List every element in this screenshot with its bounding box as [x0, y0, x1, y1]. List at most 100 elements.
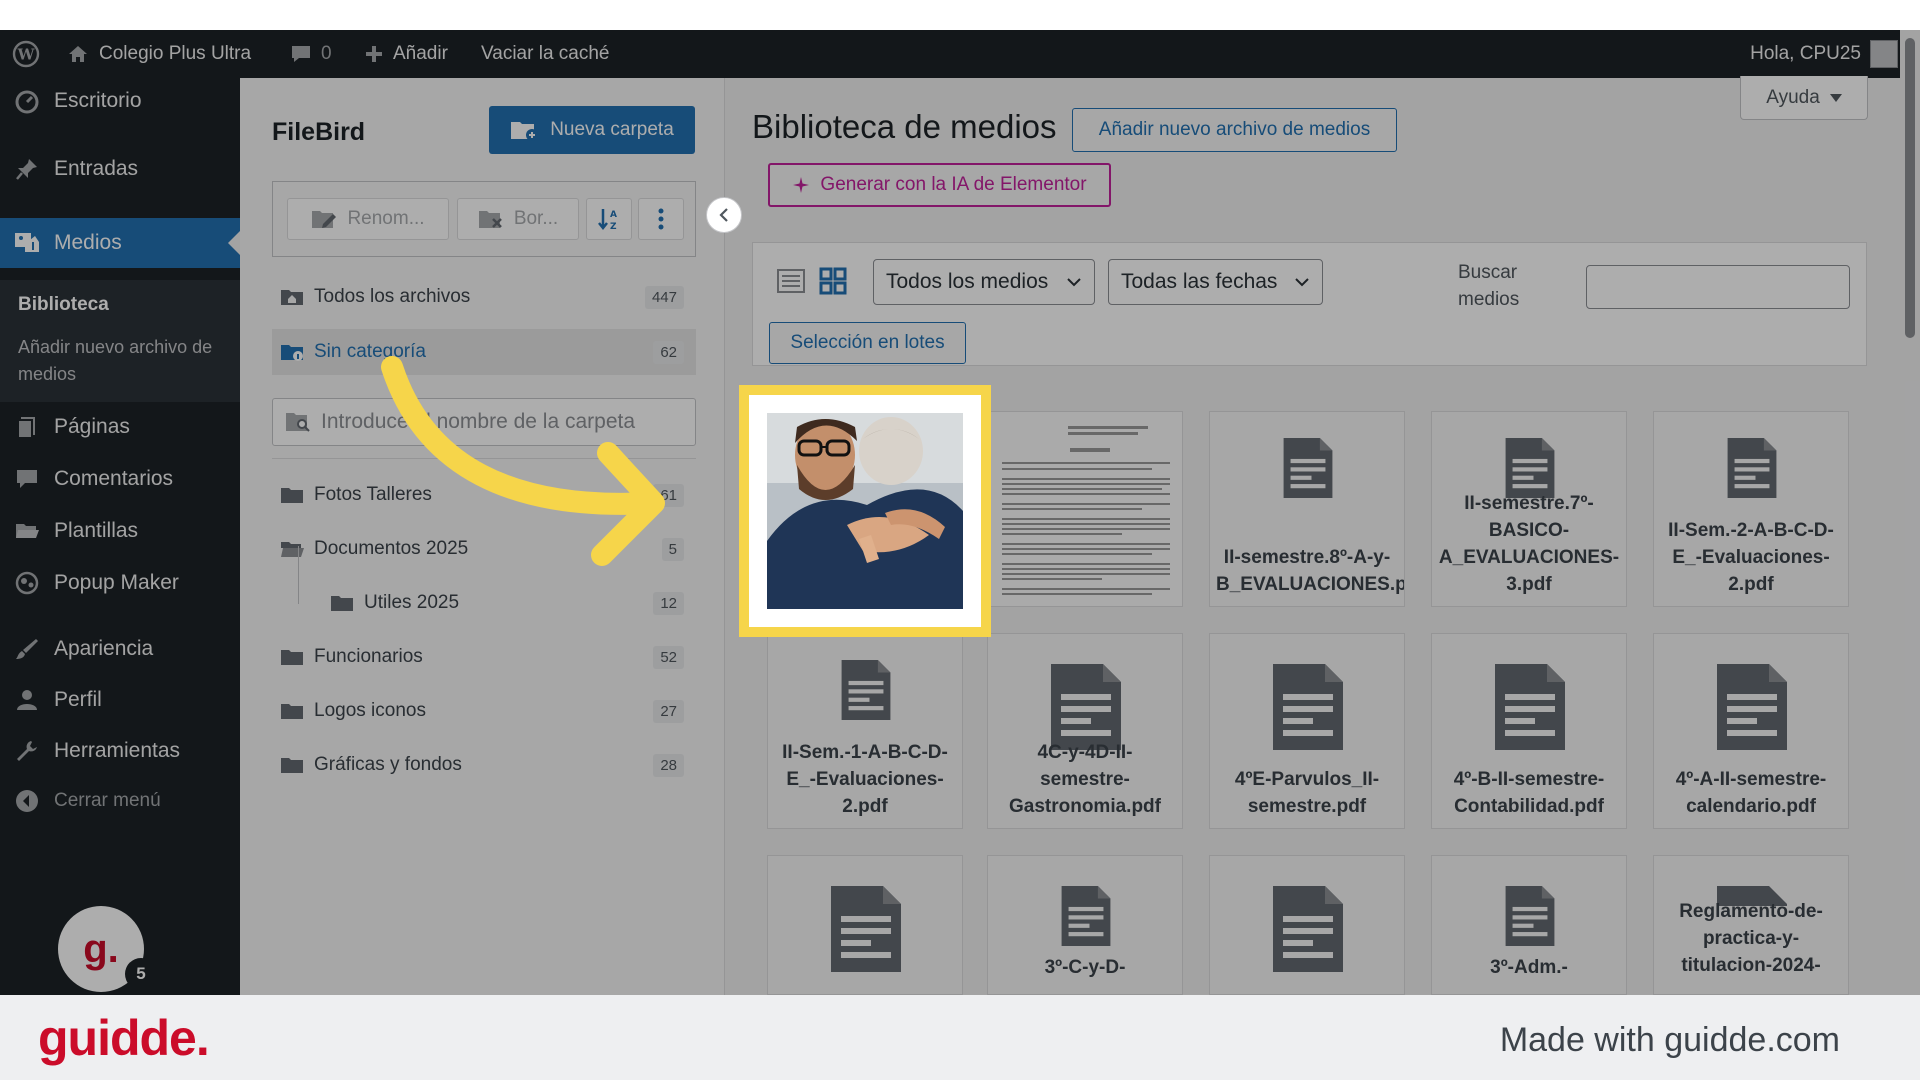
badge-letter: g. — [83, 926, 119, 971]
media-tile-pdf[interactable] — [1209, 855, 1405, 995]
bulk-select-button[interactable]: Selección en lotes — [769, 322, 966, 364]
sort-button[interactable]: AZ — [586, 198, 632, 240]
media-type-select[interactable]: Todos los medios — [873, 259, 1095, 305]
document-icon — [1717, 664, 1787, 750]
media-tile-pdf[interactable]: Reglamento-de-practica-y-titulacion-2024… — [1653, 855, 1849, 995]
file-name: 4º-B-II-semestre-Contabilidad.pdf — [1453, 769, 1605, 817]
help-tab[interactable]: Ayuda — [1740, 76, 1868, 120]
photo-thumbnail — [767, 413, 963, 609]
folder-label: Gráficas y fondos — [314, 754, 462, 775]
clear-cache-link[interactable]: Vaciar la caché — [481, 30, 610, 78]
folder-open-icon — [281, 542, 304, 557]
sparkle-icon — [793, 177, 810, 193]
date-filter-select[interactable]: Todas las fechas — [1108, 259, 1323, 305]
greeting: Hola, CPU25 — [1750, 43, 1861, 64]
folder-info-icon — [281, 345, 303, 361]
new-folder-button[interactable]: Nueva carpeta — [489, 106, 695, 154]
add-new-link[interactable]: Añadir — [364, 30, 448, 78]
scrollbar-thumb[interactable] — [1905, 38, 1915, 338]
folder-plus-icon — [511, 122, 539, 141]
rename-folder-icon — [312, 211, 337, 228]
media-type-value: Todos los medios — [886, 270, 1049, 293]
svg-text:W: W — [17, 46, 36, 64]
folder-utiles-2025[interactable]: Utiles 2025 12 — [330, 580, 696, 626]
file-name: 4º-A-II-semestre-calendario.pdf — [1675, 769, 1827, 817]
media-tile-pdf[interactable]: 4ºE-Parvulos_II-semestre.pdf — [1209, 633, 1405, 829]
delete-button[interactable]: Bor... — [457, 198, 579, 240]
svg-text:A: A — [610, 210, 617, 220]
comment-icon — [12, 466, 42, 492]
folder-count: 28 — [653, 753, 684, 777]
media-tile-document-scan[interactable] — [987, 411, 1183, 607]
media-tile-pdf[interactable]: II-Sem.-1-A-B-C-D-E_-Evaluaciones-2.pdf — [767, 633, 963, 829]
site-name: Colegio Plus Ultra — [99, 43, 252, 64]
grid-view-icon[interactable] — [819, 267, 847, 300]
menu-item-medios[interactable]: Medios — [0, 218, 240, 268]
home-icon — [69, 46, 87, 62]
media-tile-pdf[interactable]: 4º-A-II-semestre-calendario.pdf — [1653, 633, 1849, 829]
user-account-menu[interactable]: Hola, CPU25 — [1750, 30, 1898, 78]
tree-line — [298, 546, 299, 604]
media-tile-pdf[interactable] — [767, 855, 963, 995]
site-name-link[interactable]: Colegio Plus Ultra — [66, 30, 251, 78]
folder-toolbar: Renom... Bor... AZ — [272, 181, 696, 257]
chevron-left-icon — [719, 208, 728, 222]
folder-icon — [281, 650, 303, 665]
elementor-ai-button[interactable]: Generar con la IA de Elementor — [768, 163, 1111, 207]
highlight-frame — [739, 385, 991, 637]
chevron-down-icon — [1295, 278, 1309, 287]
menu-item-apariencia[interactable]: Apariencia — [0, 626, 240, 672]
guidde-logo: guidde. — [38, 1010, 210, 1066]
menu-item-plantillas[interactable]: Plantillas — [0, 508, 240, 554]
media-tile-pdf[interactable]: II-semestre.8º-A-y-B_EVALUACIONES.pdf — [1209, 411, 1405, 607]
submenu-library[interactable]: Biblioteca — [18, 294, 109, 316]
document-icon — [1061, 886, 1111, 946]
rename-button[interactable]: Renom... — [287, 198, 449, 240]
menu-label: Herramientas — [54, 739, 181, 762]
folder-graficas-y-fondos[interactable]: Gráficas y fondos 28 — [280, 742, 696, 788]
pin-icon — [12, 156, 42, 182]
media-tile-pdf[interactable]: II-semestre.7º-BASICO-A_EVALUACIONES-3.p… — [1431, 411, 1627, 607]
chevron-down-icon — [1067, 278, 1081, 287]
menu-item-popup-maker[interactable]: Popup Maker — [0, 560, 240, 606]
menu-item-herramientas[interactable]: Herramientas — [0, 728, 240, 774]
search-media-label: Buscar medios — [1458, 262, 1520, 310]
media-tile-pdf[interactable]: 3º-Adm.- — [1431, 855, 1627, 995]
document-icon — [1505, 886, 1555, 946]
search-media-input[interactable] — [1586, 265, 1850, 309]
collapse-panel-button[interactable] — [706, 197, 742, 233]
menu-item-cerrar-menu[interactable]: Cerrar menú — [0, 778, 240, 824]
menu-item-entradas[interactable]: Entradas — [0, 146, 240, 192]
comments-link[interactable]: 0 — [290, 30, 332, 78]
list-view-icon[interactable] — [777, 267, 805, 300]
highlighted-photo[interactable] — [767, 413, 963, 609]
folder-all-files[interactable]: Todos los archivos 447 — [280, 274, 696, 320]
submenu-add-new[interactable]: Añadir nuevo archivo de medios — [18, 334, 218, 388]
admin-bar: W Colegio Plus Ultra 0 Añadir Vaciar la … — [0, 30, 1920, 78]
media-tile-pdf[interactable]: II-Sem.-2-A-B-C-D-E_-Evaluaciones-2.pdf — [1653, 411, 1849, 607]
add-new-media-button[interactable]: Añadir nuevo archivo de medios — [1072, 108, 1397, 152]
menu-item-comentarios[interactable]: Comentarios — [0, 456, 240, 502]
rename-label: Renom... — [347, 208, 425, 229]
active-pointer-icon — [228, 231, 240, 255]
menu-item-perfil[interactable]: Perfil — [0, 677, 240, 723]
tutorial-arrow-icon — [381, 356, 665, 566]
date-filter-value: Todas las fechas — [1121, 270, 1278, 293]
media-tile-pdf[interactable]: 4C-y-4D-II-semestre-Gastronomia.pdf — [987, 633, 1183, 829]
menu-item-paginas[interactable]: Páginas — [0, 404, 240, 450]
folder-logos-iconos[interactable]: Logos iconos 27 — [280, 688, 696, 734]
wrench-icon — [12, 738, 42, 764]
menu-label: Popup Maker — [54, 571, 179, 594]
scrollbar-track[interactable] — [1900, 30, 1920, 995]
folder-count: 12 — [653, 591, 684, 615]
folder-label: Logos iconos — [314, 700, 426, 721]
folder-count: 52 — [653, 645, 684, 669]
document-icon — [1273, 886, 1343, 972]
wordpress-logo-icon[interactable]: W — [12, 30, 40, 78]
folder-funcionarios[interactable]: Funcionarios 52 — [280, 634, 696, 680]
menu-item-escritorio[interactable]: Escritorio — [0, 78, 240, 124]
media-tile-pdf[interactable]: 3º-C-y-D- — [987, 855, 1183, 995]
more-options-button[interactable] — [638, 198, 684, 240]
media-tile-pdf[interactable]: 4º-B-II-semestre-Contabilidad.pdf — [1431, 633, 1627, 829]
collapse-icon — [12, 788, 42, 814]
